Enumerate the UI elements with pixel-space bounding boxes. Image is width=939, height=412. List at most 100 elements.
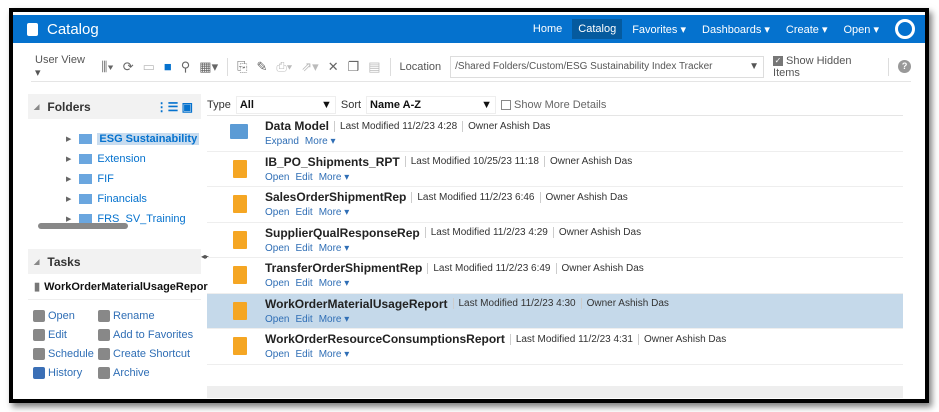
- task-list: Open Rename Edit Add to Favorites Schedu…: [28, 300, 201, 379]
- item-action-open[interactable]: Open: [265, 207, 289, 218]
- nav-create[interactable]: Create ▾: [780, 19, 834, 40]
- item-action-more[interactable]: More ▾: [319, 349, 350, 360]
- task-edit[interactable]: Edit: [33, 329, 98, 341]
- folders-header[interactable]: ◢ Folders ⋮☰ ▣: [28, 94, 201, 119]
- item-action-edit[interactable]: Edit: [295, 207, 312, 218]
- top-nav: Home Catalog Favorites ▾ Dashboards ▾ Cr…: [527, 15, 915, 43]
- item-owner: Owner Ashish Das: [462, 120, 550, 132]
- paste-icon[interactable]: ▤: [368, 59, 380, 75]
- copy-icon[interactable]: ❐: [348, 59, 360, 75]
- catalog-window: Catalog Home Catalog Favorites ▾ Dashboa…: [9, 8, 929, 403]
- type-select[interactable]: All ▼: [235, 95, 336, 114]
- nav-home[interactable]: Home: [527, 19, 568, 39]
- horizontal-scrollbar[interactable]: [38, 223, 128, 229]
- item-name[interactable]: SupplierQualResponseRep: [265, 226, 420, 240]
- item-action-open[interactable]: Open: [265, 278, 289, 289]
- show-hidden-toggle[interactable]: ✓ Show Hidden Items: [773, 55, 879, 79]
- item-action-more[interactable]: More ▾: [305, 136, 336, 147]
- task-history[interactable]: History: [33, 367, 98, 379]
- expand-icon[interactable]: ▶: [66, 215, 71, 223]
- item-action-open[interactable]: Open: [265, 314, 289, 325]
- divider: [227, 57, 229, 76]
- item-owner: Owner Ashish Das: [637, 333, 726, 345]
- expand-icon[interactable]: ▶: [66, 195, 71, 203]
- view-grid-icon[interactable]: ▦▾: [199, 59, 218, 75]
- checkbox-icon[interactable]: [501, 99, 512, 110]
- delete-icon[interactable]: ✕: [328, 59, 339, 75]
- folders-icon[interactable]: ■: [164, 59, 172, 74]
- folder-item[interactable]: ▶ Extension: [28, 149, 201, 169]
- item-action-more[interactable]: More ▾: [319, 314, 350, 325]
- item-name[interactable]: SalesOrderShipmentRep: [265, 190, 406, 204]
- list-item[interactable]: WorkOrderResourceConsumptionsReport Last…: [207, 329, 903, 365]
- task-open[interactable]: Open: [33, 310, 98, 322]
- item-action-edit[interactable]: Edit: [295, 243, 312, 254]
- refresh-icon[interactable]: ⟳: [123, 59, 134, 75]
- expand-icon[interactable]: ▶: [66, 135, 71, 143]
- nav-open[interactable]: Open ▾: [838, 19, 886, 40]
- location-select[interactable]: /Shared Folders/Custom/ESG Sustainabilit…: [450, 55, 765, 78]
- show-more-details-toggle[interactable]: Show More Details: [501, 99, 606, 111]
- list-item[interactable]: IB_PO_Shipments_RPT Last Modified 10/25/…: [207, 152, 903, 187]
- help-icon[interactable]: ?: [898, 60, 911, 73]
- view-dropdown[interactable]: User View ▾: [35, 54, 92, 79]
- item-action-edit[interactable]: Edit: [295, 172, 312, 183]
- print-icon[interactable]: ⎙▾: [276, 59, 292, 75]
- item-modified: Last Modified 11/2/23 4:28: [334, 120, 457, 132]
- item-action-more[interactable]: More ▾: [319, 243, 350, 254]
- item-action-more[interactable]: More ▾: [319, 278, 350, 289]
- edit-icon[interactable]: ✎: [256, 59, 267, 75]
- show-hidden-label: Show Hidden Items: [773, 54, 852, 79]
- list-item[interactable]: Data Model Last Modified 11/2/23 4:28 Ow…: [207, 116, 903, 152]
- item-name[interactable]: IB_PO_Shipments_RPT: [265, 155, 400, 169]
- item-name[interactable]: TransferOrderShipmentRep: [265, 261, 422, 275]
- item-action-more[interactable]: More ▾: [319, 172, 350, 183]
- show-more-details-label: Show More Details: [514, 98, 607, 111]
- folder-label: Extension: [97, 153, 146, 165]
- folder-item[interactable]: ▶ Financials: [28, 189, 201, 209]
- list-item[interactable]: WorkOrderMaterialUsageReport Last Modifi…: [207, 293, 903, 329]
- folder-item[interactable]: ▶ ESG Sustainability: [28, 129, 201, 149]
- item-action-edit[interactable]: Edit: [295, 278, 312, 289]
- task-create-shortcut[interactable]: Create Shortcut: [98, 348, 198, 360]
- search-icon[interactable]: ⚲: [181, 59, 191, 75]
- list-item[interactable]: SalesOrderShipmentRep Last Modified 11/2…: [207, 187, 903, 223]
- item-action-more[interactable]: More ▾: [319, 207, 350, 218]
- item-action-edit[interactable]: Edit: [295, 314, 312, 325]
- task-add-favorites[interactable]: Add to Favorites: [98, 329, 198, 341]
- user-avatar-icon[interactable]: [895, 19, 915, 39]
- task-rename[interactable]: Rename: [98, 310, 198, 322]
- item-action-open[interactable]: Open: [265, 172, 289, 183]
- tasks-header[interactable]: ◢ Tasks: [28, 249, 201, 274]
- item-action-open[interactable]: Open: [265, 349, 289, 360]
- sort-select[interactable]: Name A-Z ▼: [366, 95, 497, 114]
- nav-catalog[interactable]: Catalog: [572, 19, 623, 39]
- item-action-edit[interactable]: Edit: [295, 349, 312, 360]
- list-item[interactable]: SupplierQualResponseRep Last Modified 11…: [207, 223, 903, 258]
- expand-icon[interactable]: ▶: [66, 155, 71, 163]
- item-action-open[interactable]: Open: [265, 243, 289, 254]
- item-name[interactable]: WorkOrderMaterialUsageReport: [265, 297, 448, 311]
- collapse-icon[interactable]: ◢: [34, 258, 39, 266]
- nav-dashboards[interactable]: Dashboards ▾: [696, 19, 776, 40]
- export-icon[interactable]: ⇗▾: [301, 59, 318, 75]
- folder-label: ESG Sustainability: [97, 133, 200, 145]
- nav-favorites[interactable]: Favorites ▾: [626, 19, 692, 40]
- checkbox-checked-icon[interactable]: ✓: [773, 55, 784, 66]
- open-icon[interactable]: ⎘: [237, 59, 247, 75]
- item-name[interactable]: Data Model: [265, 119, 329, 133]
- tree-icon[interactable]: ⋮☰ ▣: [156, 100, 193, 114]
- task-schedule[interactable]: Schedule: [33, 348, 98, 360]
- collapse-icon[interactable]: ◢: [34, 103, 39, 111]
- item-modified: Last Modified 11/2/23 6:46: [411, 191, 535, 203]
- open-icon: [33, 310, 45, 322]
- item-name[interactable]: WorkOrderResourceConsumptionsReport: [265, 332, 505, 346]
- rename-icon: [98, 310, 110, 322]
- folder-item[interactable]: ▶ FIF: [28, 169, 201, 189]
- item-action-expand[interactable]: Expand: [265, 136, 299, 147]
- new-folder-icon[interactable]: ▭: [143, 59, 155, 75]
- expand-icon[interactable]: ▶: [66, 175, 71, 183]
- list-item[interactable]: TransferOrderShipmentRep Last Modified 1…: [207, 258, 903, 294]
- task-archive[interactable]: Archive: [98, 367, 198, 379]
- sort-icon[interactable]: ⫼▾: [101, 59, 113, 75]
